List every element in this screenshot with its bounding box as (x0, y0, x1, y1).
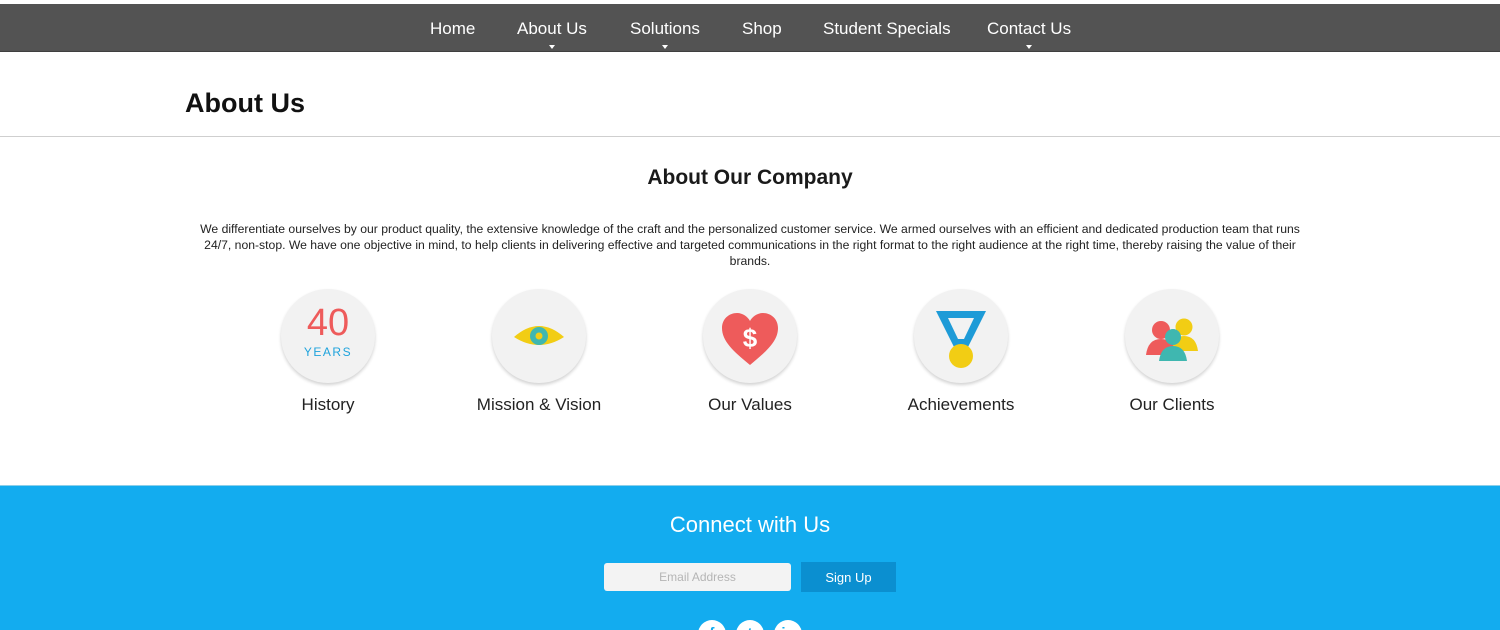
email-field[interactable] (604, 563, 791, 591)
svg-text:$: $ (743, 323, 758, 353)
nav-shop-label: Shop (742, 19, 782, 38)
feature-our-values[interactable]: $ Our Values (650, 289, 850, 415)
heart-dollar-icon: $ (703, 289, 797, 383)
eye-icon (492, 289, 586, 383)
linkedin-icon[interactable]: in (774, 620, 802, 630)
feature-label: Achievements (907, 395, 1015, 414)
title-divider (0, 136, 1500, 137)
nav-student-specials-label: Student Specials (823, 19, 951, 38)
users-icon (1125, 289, 1219, 383)
feature-label: Mission & Vision (476, 395, 602, 414)
nav-solutions-label: Solutions (630, 19, 700, 38)
section-heading: About Our Company (647, 166, 853, 189)
years-number: 40 (306, 302, 350, 344)
feature-our-clients[interactable]: Our Clients (1072, 289, 1272, 415)
medal-icon (914, 289, 1008, 383)
nav-home[interactable]: Home (430, 4, 475, 52)
feature-label: Our Values (708, 395, 792, 414)
footer-connect: Connect with Us Sign Up f t in (0, 485, 1500, 630)
company-intro-text: We differentiate ourselves by our produc… (200, 222, 1300, 268)
nav-student-specials[interactable]: Student Specials (823, 4, 951, 52)
page-title: About Us (185, 88, 305, 118)
twitter-icon[interactable]: t (736, 620, 764, 630)
chevron-down-icon (548, 45, 555, 49)
feature-label: History (301, 395, 355, 414)
top-navigation: Home About Us Solutions Shop Student Spe… (0, 4, 1500, 52)
nav-home-label: Home (430, 19, 476, 38)
chevron-down-icon (661, 45, 668, 49)
connect-heading: Connect with Us (669, 512, 831, 537)
chevron-down-icon (1026, 45, 1033, 49)
feature-history[interactable]: 40 YEARS History (228, 289, 428, 415)
years-word: YEARS (303, 345, 353, 359)
nav-about-us-label: About Us (517, 19, 587, 38)
nav-contact-us[interactable]: Contact Us (987, 4, 1071, 52)
nav-contact-us-label: Contact Us (987, 19, 1072, 38)
nav-solutions[interactable]: Solutions (630, 4, 700, 52)
facebook-icon[interactable]: f (698, 620, 726, 630)
nav-shop[interactable]: Shop (742, 4, 782, 52)
feature-label: Our Clients (1129, 395, 1215, 414)
history-40-years-icon: 40 YEARS (281, 289, 375, 383)
feature-achievements[interactable]: Achievements (861, 289, 1061, 415)
feature-mission-vision[interactable]: Mission & Vision (439, 289, 639, 415)
nav-about-us[interactable]: About Us (517, 4, 587, 52)
signup-button[interactable]: Sign Up (801, 562, 896, 592)
